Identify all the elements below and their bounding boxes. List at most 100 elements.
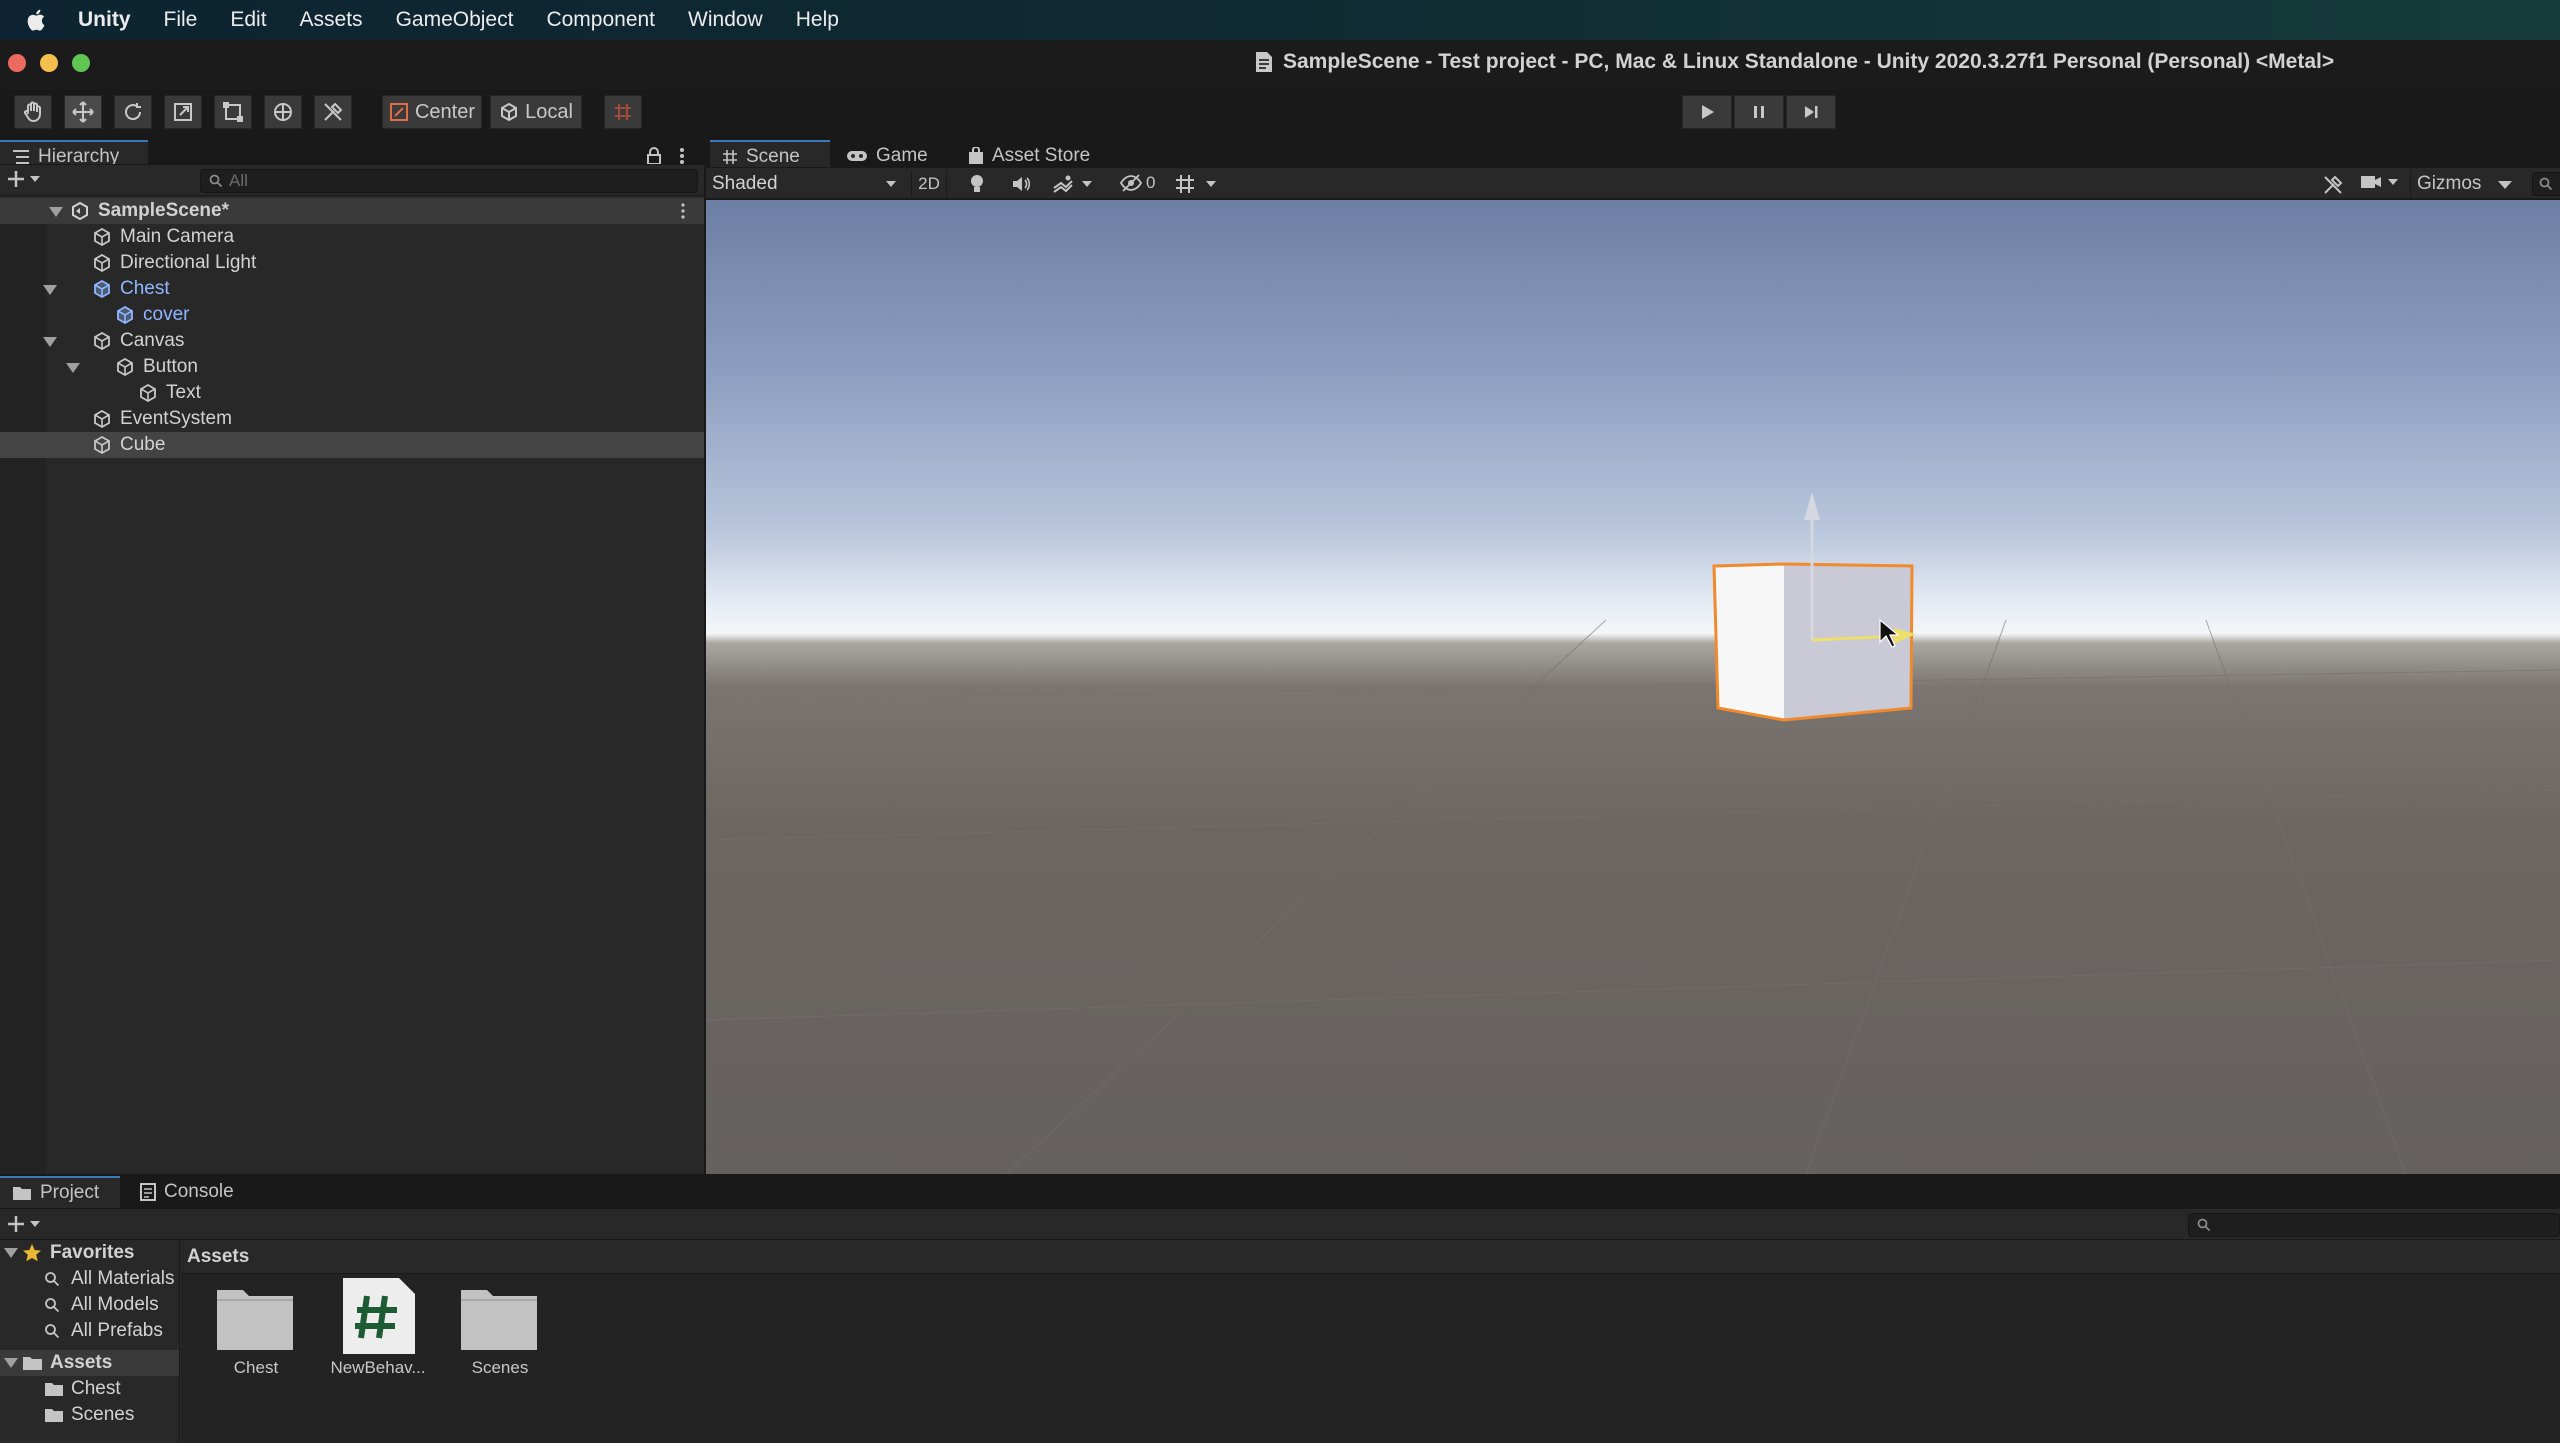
pause-button[interactable] (1734, 95, 1784, 129)
hierarchy-item-main-camera[interactable]: Main Camera (0, 224, 704, 250)
asset-folder-chest[interactable]: Chest (0, 1376, 179, 1402)
rotate-tool-button[interactable] (114, 95, 152, 129)
project-create-dropdown[interactable] (6, 1214, 40, 1234)
grid-snap-button[interactable] (604, 95, 642, 129)
assets-root-row[interactable]: Assets (0, 1350, 179, 1376)
breadcrumb-assets[interactable]: Assets (187, 1246, 249, 1268)
list-icon (13, 150, 29, 164)
audio-toggle-icon[interactable] (1011, 175, 1031, 193)
rect-tool-button[interactable] (214, 95, 252, 129)
create-dropdown[interactable] (6, 169, 40, 189)
move-tool-button[interactable] (64, 95, 102, 129)
scene-search-input[interactable] (2532, 172, 2560, 196)
pivot-center-toggle[interactable]: Center (382, 95, 482, 129)
shopping-bag-icon (969, 147, 983, 164)
lighting-toggle-icon[interactable] (969, 174, 985, 194)
favorite-all-materials[interactable]: All Materials (0, 1266, 179, 1292)
menu-app-unity[interactable]: Unity (78, 8, 131, 32)
hierarchy-item-cube[interactable]: Cube (0, 432, 704, 458)
chevron-down-icon (1082, 181, 1092, 187)
menu-gameobject[interactable]: GameObject (396, 8, 514, 32)
pivot-local-toggle[interactable]: Local (490, 95, 582, 129)
pivot-icon (389, 103, 408, 121)
hierarchy-item-chest[interactable]: Chest (0, 276, 704, 302)
shading-mode-label: Shaded (712, 173, 778, 194)
folder-icon (45, 1383, 63, 1396)
scale-tool-button[interactable] (164, 95, 202, 129)
scene-camera-dropdown[interactable] (2360, 174, 2398, 190)
tab-scene-label: Scene (746, 146, 800, 167)
expand-arrow-icon[interactable] (49, 207, 63, 217)
hierarchy-item-label: cover (143, 304, 190, 325)
shading-mode-dropdown[interactable]: Shaded (712, 171, 902, 197)
hierarchy-item-label: Button (143, 356, 198, 377)
toggle-2d-button[interactable]: 2D (911, 171, 947, 197)
scene-render (706, 492, 2560, 1174)
menu-edit[interactable]: Edit (230, 8, 266, 32)
pause-icon (1754, 106, 1764, 118)
expand-arrow-icon[interactable] (43, 285, 57, 295)
star-icon (23, 1244, 41, 1262)
grid-icon (723, 150, 737, 164)
effects-dropdown[interactable] (1052, 174, 1092, 194)
favorite-all-prefabs[interactable]: All Prefabs (0, 1318, 179, 1344)
hierarchy-item-eventsystem[interactable]: EventSystem (0, 406, 704, 432)
project-search-input[interactable] (2188, 1213, 2560, 1237)
scene-menu-icon[interactable] (680, 203, 686, 219)
step-button[interactable] (1786, 95, 1836, 129)
search-icon (2197, 1218, 2211, 1232)
asset-folder-scenes[interactable]: Scenes (0, 1402, 179, 1428)
chevron-down-icon (2388, 179, 2398, 185)
zoom-window-button[interactable] (72, 54, 90, 72)
scene-panel: Scene Game Asset Store Shaded 2D 0 Gizmo… (706, 140, 2560, 1174)
grid-visibility-dropdown[interactable] (1174, 173, 1216, 195)
more-options-icon[interactable] (678, 146, 686, 166)
hierarchy-item-button[interactable]: Button (0, 354, 704, 380)
menu-file[interactable]: File (164, 8, 198, 32)
tab-console-label: Console (164, 1181, 234, 1202)
expand-arrow-icon[interactable] (4, 1358, 18, 1368)
hierarchy-item-canvas[interactable]: Canvas (0, 328, 704, 354)
hierarchy-item-label: Chest (120, 278, 170, 299)
menu-assets[interactable]: Assets (300, 8, 363, 32)
tab-project[interactable]: Project (0, 1176, 120, 1208)
hierarchy-item-text[interactable]: Text (0, 380, 704, 406)
hierarchy-item-cover[interactable]: cover (0, 302, 704, 328)
expand-arrow-icon[interactable] (43, 337, 57, 347)
scene-viewport[interactable] (706, 200, 2560, 1174)
hand-tool-button[interactable] (14, 95, 52, 129)
transform-tool-button[interactable] (264, 95, 302, 129)
hierarchy-item-directional-light[interactable]: Directional Light (0, 250, 704, 276)
asset-tile-label: Scenes (471, 1358, 529, 1377)
favorite-all-models[interactable]: All Models (0, 1292, 179, 1318)
gameobject-cube-icon (94, 435, 110, 455)
scene-row[interactable]: SampleScene* (0, 198, 704, 224)
favorite-label: All Prefabs (71, 1320, 163, 1341)
expand-arrow-icon[interactable] (4, 1248, 18, 1258)
scene-visibility-toggle[interactable]: 0 (1120, 173, 1155, 193)
menu-component[interactable]: Component (546, 8, 655, 32)
gizmos-dropdown[interactable]: Gizmos (2410, 171, 2500, 197)
menu-help[interactable]: Help (796, 8, 839, 32)
tools-icon[interactable] (2322, 174, 2344, 196)
tab-console[interactable]: Console (128, 1176, 258, 1208)
hand-icon (23, 101, 41, 122)
gameobject-cube-icon (94, 253, 110, 273)
hierarchy-search-placeholder: All (229, 171, 248, 190)
hierarchy-search-input[interactable]: All (200, 169, 698, 193)
custom-tool-button[interactable] (314, 95, 352, 129)
menu-window[interactable]: Window (688, 8, 763, 32)
close-window-button[interactable] (8, 54, 26, 72)
minimize-window-button[interactable] (40, 54, 58, 72)
tab-game-label: Game (876, 145, 928, 166)
scale-icon (174, 103, 192, 121)
apple-icon[interactable] (24, 7, 50, 33)
play-button[interactable] (1682, 95, 1732, 129)
chevron-down-icon[interactable] (2498, 180, 2512, 190)
play-icon (1702, 105, 1714, 119)
favorite-label: All Materials (71, 1268, 175, 1289)
lock-icon[interactable] (646, 147, 662, 165)
expand-arrow-icon[interactable] (66, 363, 80, 373)
move-icon (72, 101, 94, 123)
favorites-row[interactable]: Favorites (0, 1240, 179, 1266)
